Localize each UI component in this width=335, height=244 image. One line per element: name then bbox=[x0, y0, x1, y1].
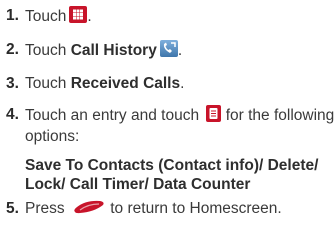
options-list: Save To Contacts (Contact info)/ Delete/… bbox=[25, 156, 335, 194]
step-number: 3. bbox=[6, 75, 19, 92]
step-3: 3. Touch Received Calls. bbox=[6, 74, 335, 93]
option-save-to-contacts: Save To Contacts bbox=[25, 157, 154, 174]
step-number: 5. bbox=[6, 200, 19, 217]
step-text: Touch bbox=[25, 75, 67, 92]
step-5: 5. Press to return to Homescreen. bbox=[6, 199, 335, 220]
call-history-icon bbox=[159, 40, 178, 62]
received-calls-label: Received Calls bbox=[70, 75, 181, 92]
step-text: Press bbox=[25, 200, 65, 217]
step-text: to return to Homescreen. bbox=[110, 200, 282, 217]
step-punct: . bbox=[177, 42, 183, 59]
paren-close: )/ bbox=[253, 157, 264, 174]
step-punct: . bbox=[87, 8, 92, 25]
menu-icon bbox=[206, 105, 222, 127]
end-key-icon bbox=[72, 199, 106, 220]
option-contact-info: Contact info bbox=[163, 157, 254, 174]
step-text: Touch bbox=[25, 8, 67, 25]
step-text: Touch bbox=[25, 42, 67, 59]
step-number: 1. bbox=[6, 7, 19, 24]
step-number: 4. bbox=[6, 106, 19, 123]
step-number: 2. bbox=[6, 41, 19, 58]
step-1: 1. Touch. bbox=[6, 6, 335, 28]
call-history-label: Call History bbox=[70, 42, 157, 59]
step-punct: . bbox=[180, 75, 185, 92]
apps-grid-icon bbox=[69, 6, 88, 28]
step-4: 4. Touch an entry and touch for the foll… bbox=[6, 105, 335, 194]
step-text: Touch an entry and touch bbox=[25, 107, 200, 124]
step-2: 2. Touch Call History. bbox=[6, 40, 335, 62]
instructions: 1. Touch. 2. Touch Call History. 3. Touc… bbox=[6, 0, 335, 220]
